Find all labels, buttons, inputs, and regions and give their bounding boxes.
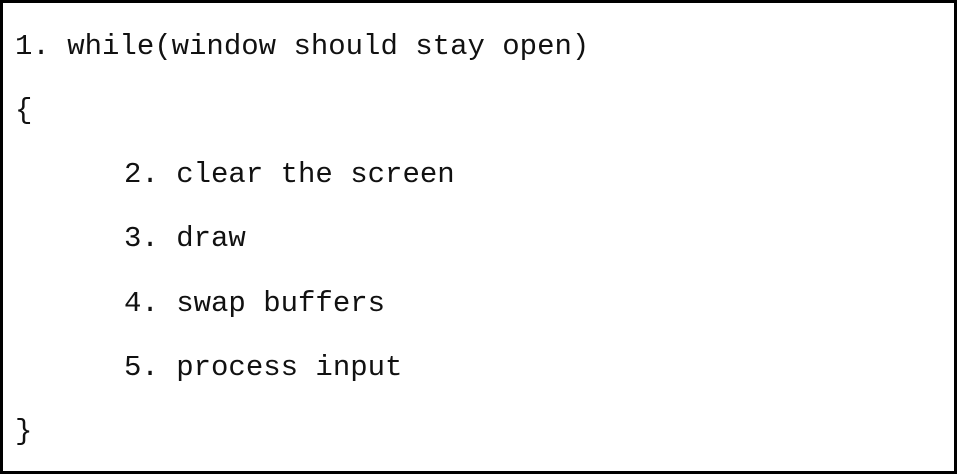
code-line-draw: 3. draw: [124, 222, 246, 255]
code-line-while-loop: 1. while(window should stay open): [15, 30, 590, 63]
pseudocode-box: 1. while(window should stay open) { 2. c…: [0, 0, 957, 474]
code-line-clear-screen: 2. clear the screen: [124, 158, 455, 191]
code-line-open-brace: {: [15, 94, 33, 127]
code-line-swap-buffers: 4. swap buffers: [124, 287, 386, 320]
code-line-close-brace: }: [15, 415, 33, 448]
code-line-process-input: 5. process input: [124, 351, 403, 384]
